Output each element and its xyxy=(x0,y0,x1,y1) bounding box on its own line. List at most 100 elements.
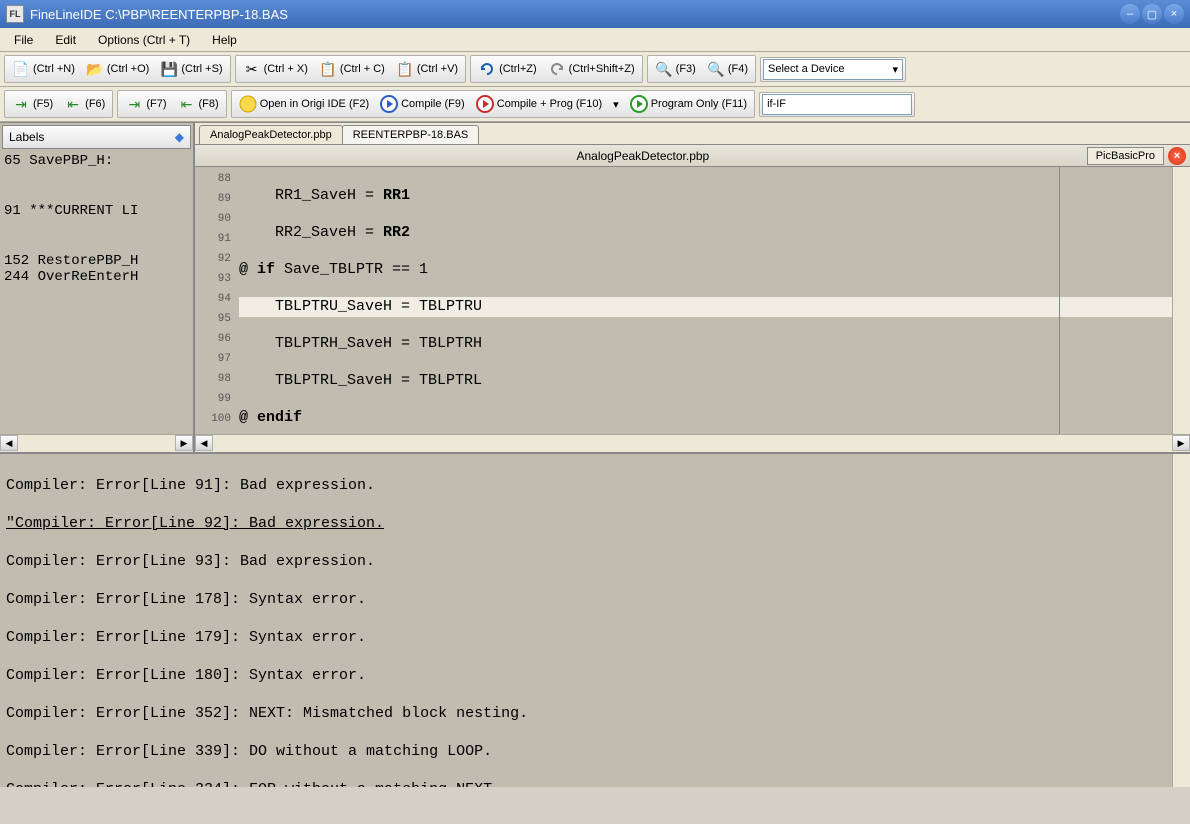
tab-reenterpbp[interactable]: REENTERPBP-18.BAS xyxy=(342,125,480,144)
f8-label: (F8) xyxy=(199,98,219,110)
sidebar: Labels ◆ 65 SavePBP_H: 91 ***CURRENT LI … xyxy=(0,123,195,452)
chevron-down-icon: ▾ xyxy=(613,98,619,111)
workspace: Labels ◆ 65 SavePBP_H: 91 ***CURRENT LI … xyxy=(0,122,1190,452)
maximize-button[interactable]: ▢ xyxy=(1142,4,1162,24)
play-blue-icon xyxy=(380,95,398,113)
compile-label: Compile (F9) xyxy=(401,98,465,110)
copy-button[interactable]: 📋(Ctrl + C) xyxy=(314,57,390,81)
scroll-left-icon[interactable]: ◀ xyxy=(0,435,18,451)
sidebar-line: 152 RestorePBP_H xyxy=(4,253,189,269)
indent-f8-button[interactable]: ⇤(F8) xyxy=(173,92,224,116)
f7-label: (F7) xyxy=(146,98,166,110)
output-vscroll[interactable] xyxy=(1172,454,1190,787)
redo-icon xyxy=(548,60,566,78)
indent-f5-button[interactable]: ⇥(F5) xyxy=(7,92,58,116)
scroll-right-icon[interactable]: ▶ xyxy=(175,435,193,451)
f5-label: (F5) xyxy=(33,98,53,110)
play-green-icon xyxy=(630,95,648,113)
search-replace-icon: 🔍 xyxy=(707,60,725,78)
scroll-left-icon[interactable]: ◀ xyxy=(195,435,213,451)
indent-f7-button[interactable]: ⇥(F7) xyxy=(120,92,171,116)
if-input[interactable] xyxy=(762,94,912,115)
paste-button[interactable]: 📋(Ctrl +V) xyxy=(391,57,463,81)
code-body[interactable]: RR1_SaveH = RR1 RR2_SaveH = RR2 @ if Sav… xyxy=(235,167,1172,434)
indent-f6-button[interactable]: ⇤(F6) xyxy=(59,92,110,116)
editor-tabs: AnalogPeakDetector.pbp REENTERPBP-18.BAS xyxy=(195,123,1190,145)
scroll-track[interactable] xyxy=(213,435,1172,452)
device-select-text: Select a Device xyxy=(768,63,844,75)
tab-analogpeak[interactable]: AnalogPeakDetector.pbp xyxy=(199,125,343,144)
output-line: Compiler: Error[Line 179]: Syntax error. xyxy=(6,627,1184,648)
open-origi-button[interactable]: Open in Origi IDE (F2) xyxy=(234,92,374,116)
paste-label: (Ctrl +V) xyxy=(417,63,458,75)
open-button[interactable]: 📂(Ctrl +O) xyxy=(81,57,154,81)
sidebar-header[interactable]: Labels ◆ xyxy=(2,125,191,149)
compile-prog-button[interactable]: Compile + Prog (F10) xyxy=(471,92,607,116)
sidebar-line: 91 ***CURRENT LI xyxy=(4,203,189,219)
diamond-icon: ◆ xyxy=(175,130,184,144)
output-line: Compiler: Error[Line 93]: Bad expression… xyxy=(6,551,1184,572)
new-file-icon: 📄 xyxy=(12,60,30,78)
redo-button[interactable]: (Ctrl+Shift+Z) xyxy=(543,57,640,81)
editor-hscroll[interactable]: ◀ ▶ xyxy=(195,434,1190,452)
search-icon: 🔍 xyxy=(655,60,673,78)
new-button[interactable]: 📄(Ctrl +N) xyxy=(7,57,80,81)
save-label: (Ctrl +S) xyxy=(181,63,222,75)
output-line: Compiler: Error[Line 91]: Bad expression… xyxy=(6,475,1184,496)
sidebar-hscroll[interactable]: ◀ ▶ xyxy=(0,434,193,452)
menu-options[interactable]: Options (Ctrl + T) xyxy=(88,30,200,50)
output-line: Compiler: Error[Line 180]: Syntax error. xyxy=(6,665,1184,686)
close-file-button[interactable]: × xyxy=(1168,147,1186,165)
cut-button[interactable]: ✂(Ctrl + X) xyxy=(238,57,313,81)
open-label: (Ctrl +O) xyxy=(107,63,149,75)
file-header: AnalogPeakDetector.pbp PicBasicPro × xyxy=(195,145,1190,167)
open-origi-label: Open in Origi IDE (F2) xyxy=(260,98,369,110)
new-label: (Ctrl +N) xyxy=(33,63,75,75)
compile-button[interactable]: Compile (F9) xyxy=(375,92,470,116)
window-controls: – ▢ × xyxy=(1120,4,1184,24)
editor-vscroll[interactable] xyxy=(1172,167,1190,434)
cut-label: (Ctrl + X) xyxy=(264,63,308,75)
scroll-right-icon[interactable]: ▶ xyxy=(1172,435,1190,451)
output-line: "Compiler: Error[Line 92]: Bad expressio… xyxy=(6,513,1184,534)
editor-guide-line xyxy=(1059,167,1060,434)
file-header-title: AnalogPeakDetector.pbp xyxy=(199,149,1087,163)
indent-left-icon: ⇥ xyxy=(12,95,30,113)
redo-label: (Ctrl+Shift+Z) xyxy=(569,63,635,75)
open-folder-icon: 📂 xyxy=(86,60,104,78)
code-gutter: 88 89 90 91 92 93 94 95 96 97 98 99 100 xyxy=(195,167,235,434)
titlebar: FL FineLineIDE C:\PBP\REENTERPBP-18.BAS … xyxy=(0,0,1190,28)
menu-help[interactable]: Help xyxy=(202,30,247,50)
sidebar-header-label: Labels xyxy=(9,130,44,144)
menu-edit[interactable]: Edit xyxy=(45,30,86,50)
dropdown-icon: ▾ xyxy=(892,63,898,76)
menu-file[interactable]: File xyxy=(4,30,43,50)
scroll-track[interactable] xyxy=(18,435,175,452)
output-line: Compiler: Error[Line 352]: NEXT: Mismatc… xyxy=(6,703,1184,724)
undo-label: (Ctrl+Z) xyxy=(499,63,537,75)
output-panel[interactable]: Compiler: Error[Line 91]: Bad expression… xyxy=(0,452,1190,787)
sidebar-body[interactable]: 65 SavePBP_H: 91 ***CURRENT LI 152 Resto… xyxy=(0,151,193,434)
indent-icon: ⇥ xyxy=(125,95,143,113)
undo-icon xyxy=(478,60,496,78)
minimize-button[interactable]: – xyxy=(1120,4,1140,24)
program-only-button[interactable]: Program Only (F11) xyxy=(625,92,752,116)
toolbar-row-2: ⇥(F5) ⇤(F6) ⇥(F7) ⇤(F8) Open in Origi ID… xyxy=(0,87,1190,122)
find-button[interactable]: 🔍(F3) xyxy=(650,57,701,81)
copy-icon: 📋 xyxy=(319,60,337,78)
sidebar-line: 244 OverReEnterH xyxy=(4,269,189,285)
device-select[interactable]: Select a Device ▾ xyxy=(763,59,903,80)
window-title: FineLineIDE C:\PBP\REENTERPBP-18.BAS xyxy=(30,7,1120,22)
output-line: Compiler: Error[Line 339]: DO without a … xyxy=(6,741,1184,762)
replace-button[interactable]: 🔍(F4) xyxy=(702,57,753,81)
save-button[interactable]: 💾(Ctrl +S) xyxy=(155,57,227,81)
output-line: Compiler: Error[Line 178]: Syntax error. xyxy=(6,589,1184,610)
compile-prog-dropdown[interactable]: ▾ xyxy=(608,95,624,114)
replace-label: (F4) xyxy=(728,63,748,75)
cut-icon: ✂ xyxy=(243,60,261,78)
toolbar-row-1: 📄(Ctrl +N) 📂(Ctrl +O) 💾(Ctrl +S) ✂(Ctrl … xyxy=(0,52,1190,87)
code-viewport[interactable]: 88 89 90 91 92 93 94 95 96 97 98 99 100 … xyxy=(195,167,1190,434)
save-icon: 💾 xyxy=(160,60,178,78)
close-button[interactable]: × xyxy=(1164,4,1184,24)
undo-button[interactable]: (Ctrl+Z) xyxy=(473,57,542,81)
